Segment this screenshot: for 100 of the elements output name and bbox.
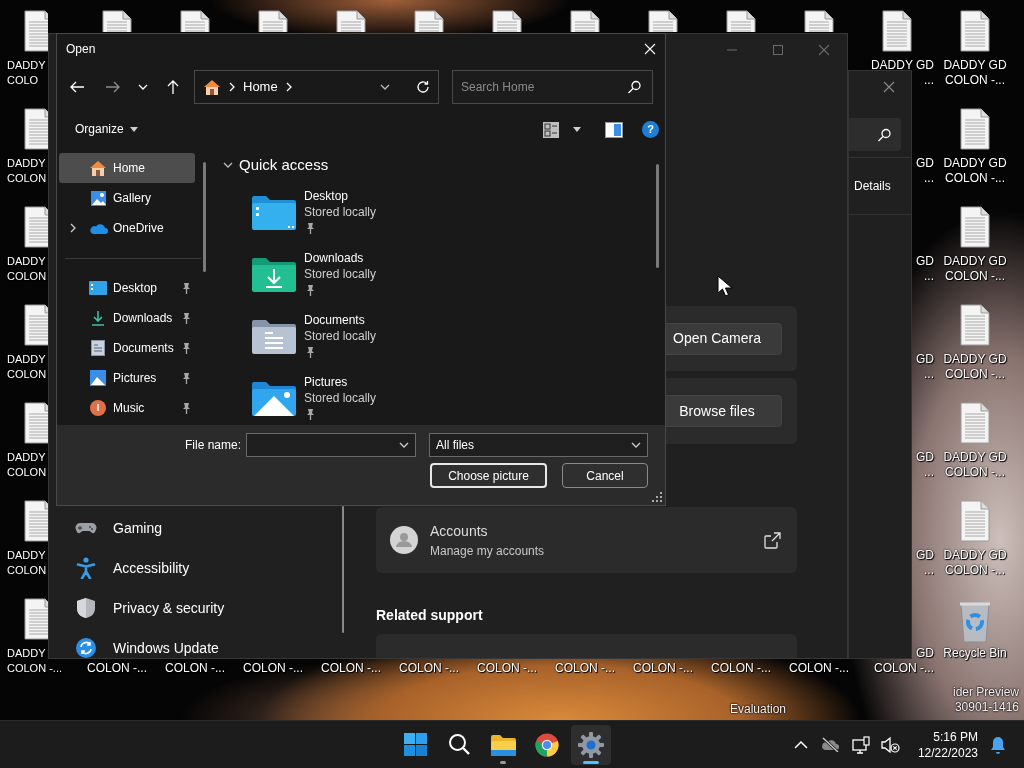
nav-pane-item[interactable]: Pictures [59,363,195,393]
settings-nav-item[interactable]: Gaming [49,508,344,548]
icon-label: GD [916,548,934,563]
section-header[interactable]: Quick access [223,149,329,181]
search-field[interactable]: Search Home [452,70,653,104]
settings-nav-item[interactable]: Privacy & security [49,588,344,628]
document-icon[interactable] [23,402,48,444]
icon-label: COLON -... [874,661,934,676]
folder-icon[interactable] [251,317,297,355]
icon-label: DADDY [7,646,46,661]
accessibility-icon [75,557,97,579]
help-button[interactable]: ? [642,121,659,138]
document-icon[interactable] [257,10,289,32]
document-icon[interactable] [803,10,835,32]
chevron-down-icon [399,442,409,448]
file-name-field[interactable] [246,433,416,457]
icon-label: COLON -... [711,661,771,676]
notification-bell-icon[interactable] [990,735,1006,754]
folder-icon[interactable] [489,732,517,757]
folder-name[interactable]: Pictures [304,374,377,390]
volume-muted-icon[interactable] [881,736,901,753]
icon-label: DADDY [7,548,46,563]
refresh-icon[interactable] [416,80,430,94]
icon-label: DADDY [7,254,46,269]
folder-name[interactable]: Documents [304,312,377,328]
field-label: File name: [184,437,241,454]
resize-grip-icon[interactable] [652,492,662,502]
settings-nav-item[interactable]: Accessibility [49,548,344,588]
document-icon[interactable] [491,10,523,32]
chevron-down-icon[interactable] [380,84,390,90]
document-icon[interactable] [647,10,679,32]
forward-arrow-icon[interactable] [105,79,121,95]
document-icon[interactable] [959,304,991,346]
folder-name[interactable]: Downloads [304,250,377,266]
dropdown-arrow-icon[interactable] [573,127,581,132]
view-options-icon[interactable] [543,121,559,138]
browser-icon[interactable] [535,732,559,757]
gear-icon[interactable] [578,731,604,758]
start-icon[interactable] [402,732,428,757]
document-icon[interactable] [725,10,757,32]
icon-label: ... [924,73,934,88]
folder-icon[interactable] [251,255,297,293]
cancel-button[interactable]: Cancel [562,463,648,488]
file-type-dropdown[interactable]: All files [429,433,648,457]
build-info-text: ider Preview 30901-1416 [952,685,1019,715]
document-icon[interactable] [959,206,991,248]
document-icon[interactable] [335,10,367,32]
nav-pane-item[interactable]: Downloads [59,303,195,333]
folder-name[interactable]: Desktop [304,188,377,204]
search-icon[interactable] [447,733,471,756]
folder-icon[interactable] [251,193,297,231]
gear-taskbar-button[interactable] [571,724,611,765]
nav-pane-item[interactable]: Music [59,393,195,423]
chevron-up-icon[interactable] [793,740,808,749]
address-bar[interactable]: Home [194,70,439,104]
organize-button[interactable]: Organize [75,120,138,138]
nav-pane-item[interactable]: Desktop [59,273,195,303]
network-icon[interactable] [851,735,870,754]
chevron-down-icon [631,442,641,448]
evaluation-text: Evaluation [730,701,787,718]
clock-date[interactable]: 12/22/2023 [917,744,978,761]
clock-time[interactable]: 5:16 PM [933,728,978,745]
nav-pane-item[interactable]: Home [59,153,195,183]
avatar-icon [390,526,418,554]
document-icon[interactable] [101,10,133,32]
document-icon[interactable] [959,108,991,150]
maximize-icon[interactable] [772,44,784,56]
document-icon[interactable] [179,10,211,32]
document-icon[interactable] [959,10,991,52]
chevron-right-icon[interactable] [70,223,76,233]
settings-nav-item[interactable]: Windows Update [49,628,344,658]
document-icon[interactable] [413,10,445,32]
document-icon[interactable] [23,108,48,150]
document-icon[interactable] [23,304,48,346]
cloud-off-icon[interactable] [821,737,841,752]
nav-pane-item[interactable]: Documents [59,333,195,363]
icon-label: GD [916,450,934,465]
document-icon[interactable] [23,500,48,542]
document-icon[interactable] [569,10,601,32]
nav-pane-item[interactable]: OneDrive [59,213,195,243]
back-arrow-icon[interactable] [69,79,85,95]
preview-pane-icon[interactable] [605,121,623,138]
update-icon [75,637,97,658]
document-icon[interactable] [23,206,48,248]
document-icon[interactable] [23,10,48,52]
icon-label: COLON [7,269,47,284]
folder-icon[interactable] [251,379,297,417]
external-link-icon[interactable] [764,531,781,549]
choose-picture-button[interactable]: Choose picture [430,463,547,488]
up-arrow-icon[interactable] [165,79,181,95]
nav-pane-item[interactable]: Gallery [59,183,195,213]
icon-label: GD [916,156,934,171]
section-heading: Related support [376,606,484,624]
document-icon[interactable] [881,10,913,52]
shield-icon [75,597,97,619]
accounts-card[interactable]: Accounts Manage my accounts [376,507,797,573]
details-tab[interactable]: Details [849,157,911,215]
breadcrumb-link[interactable]: Home [243,77,278,97]
search-field[interactable] [849,118,901,151]
document-icon[interactable] [23,598,48,640]
